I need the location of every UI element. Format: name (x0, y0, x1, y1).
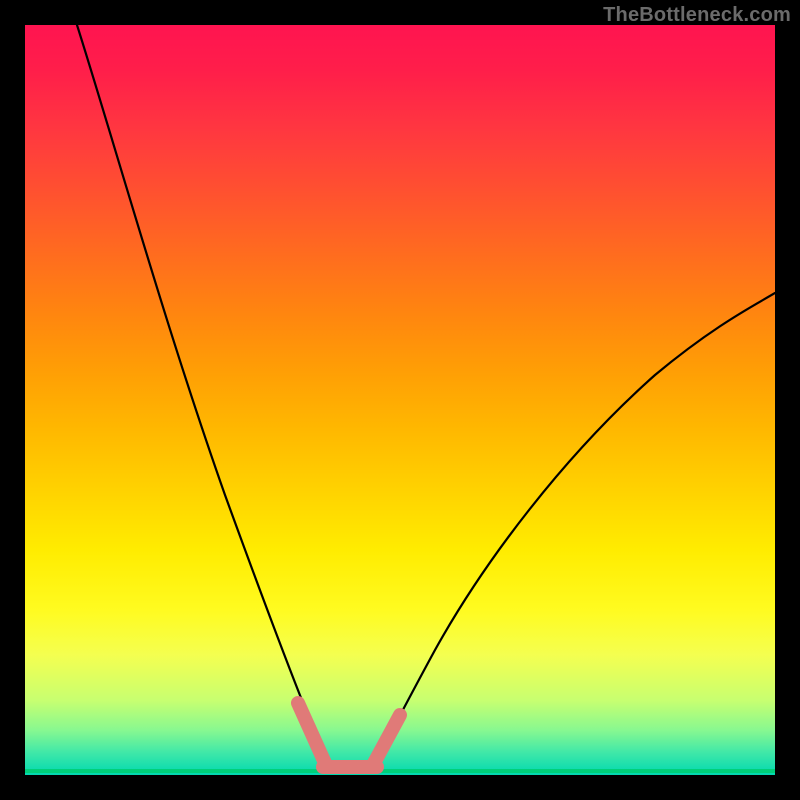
watermark-text: TheBottleneck.com (603, 4, 791, 27)
chart-frame: TheBottleneck.com (0, 0, 800, 800)
right-curve (373, 293, 775, 765)
highlight-left (298, 703, 325, 763)
highlight-right (373, 715, 400, 765)
chart-svg (25, 25, 775, 775)
left-curve (77, 25, 328, 765)
plot-area (25, 25, 775, 775)
